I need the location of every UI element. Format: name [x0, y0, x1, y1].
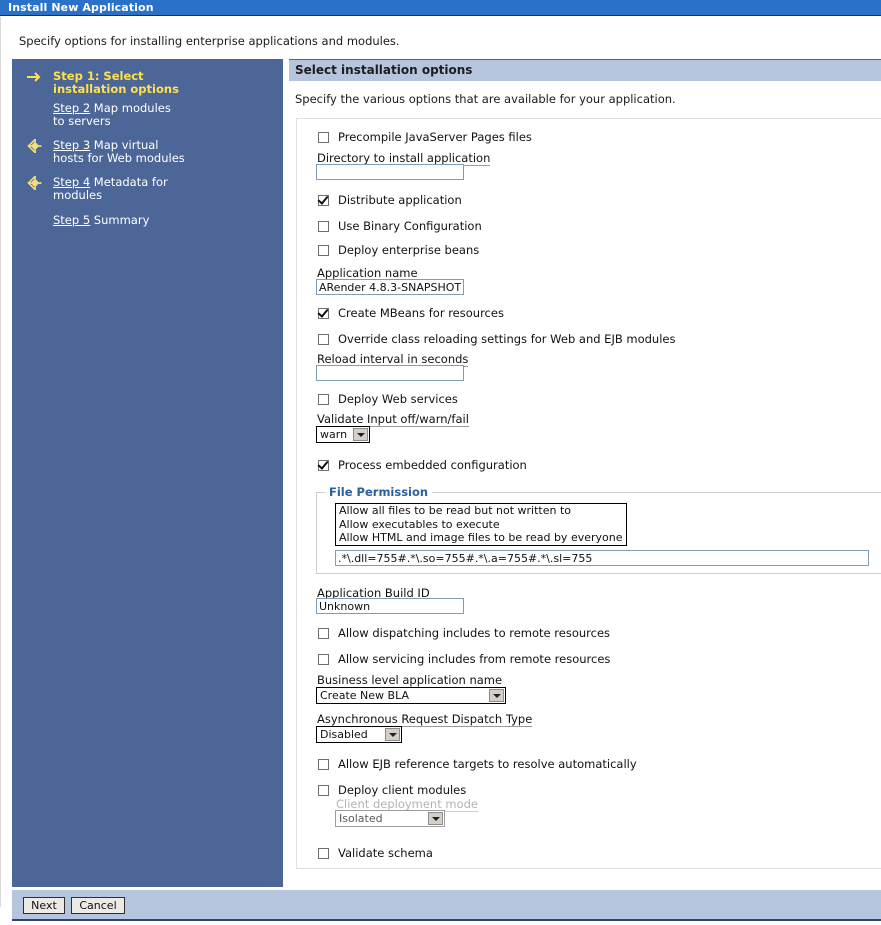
async-request-dispatch-type-value: Disabled [320, 728, 368, 741]
sidebar-step-5-link[interactable]: Step 5 [53, 213, 90, 227]
sidebar-step-4-line2: modules [53, 188, 103, 202]
sidebar-step-2-rest: Map modules [90, 101, 171, 115]
left-rail-divider [0, 17, 1, 907]
distribute-application-checkbox[interactable] [318, 195, 329, 206]
panel-subtitle: Specify the various options that are ava… [295, 92, 676, 106]
create-mbeans-label: Create MBeans for resources [338, 306, 504, 320]
sidebar-step-4-rest: Metadata for [90, 175, 168, 189]
override-class-reloading-checkbox[interactable] [318, 334, 329, 345]
business-level-application-name-value: Create New BLA [320, 689, 409, 702]
directory-to-install-input[interactable] [316, 164, 464, 180]
deploy-web-services-checkbox[interactable] [318, 394, 329, 405]
validate-schema-checkbox[interactable] [318, 848, 329, 859]
sidebar-step-1-rest: installation options [53, 82, 179, 96]
file-permission-legend: File Permission [325, 485, 433, 499]
sidebar-step-2-label: Step 2 Map modules to servers [53, 102, 273, 128]
allow-ejb-reference-targets-checkbox[interactable] [318, 759, 329, 770]
sidebar-step-1-prefix: Step 1: Select [53, 69, 144, 83]
sidebar-step-3-link[interactable]: Step 3 [53, 138, 90, 152]
application-build-id-input[interactable] [316, 598, 464, 614]
business-level-application-name-label: Business level application name [317, 673, 503, 688]
sidebar-step-2-link[interactable]: Step 2 [53, 101, 90, 115]
client-deployment-mode-select[interactable]: Isolated [335, 810, 445, 827]
process-embedded-configuration-checkbox[interactable] [318, 460, 329, 471]
deploy-client-modules-label: Deploy client modules [338, 783, 467, 797]
page-intro-text: Specify options for installing enterpris… [19, 34, 400, 48]
async-request-dispatch-type-label: Asynchronous Request Dispatch Type [317, 712, 533, 727]
allow-servicing-includes-checkbox[interactable] [318, 654, 329, 665]
deploy-enterprise-beans-checkbox[interactable] [318, 245, 329, 256]
deploy-enterprise-beans-label: Deploy enterprise beans [338, 243, 480, 257]
file-permission-listbox[interactable]: Allow all files to be read but not writt… [335, 503, 627, 546]
sidebar-step-2-line2: to servers [53, 114, 111, 128]
chevron-down-icon[interactable] [428, 812, 443, 825]
cancel-button[interactable]: Cancel [71, 897, 125, 914]
override-class-reloading-label: Override class reloading settings for We… [338, 332, 676, 346]
sidebar-step-3-line2: hosts for Web modules [53, 151, 185, 165]
client-deployment-mode-value: Isolated [339, 812, 383, 825]
sidebar-step-4-link[interactable]: Step 4 [53, 175, 90, 189]
next-button[interactable]: Next [23, 897, 65, 914]
reload-interval-input[interactable] [316, 365, 464, 381]
precompile-jsp-label: Precompile JavaServer Pages files [338, 130, 532, 144]
file-permission-input[interactable] [335, 550, 869, 566]
validate-input-label: Validate Input off/warn/fail [317, 412, 469, 427]
panel-header: Select installation options [289, 59, 881, 81]
async-request-dispatch-type-select[interactable]: Disabled [316, 726, 402, 743]
deploy-web-services-label: Deploy Web services [338, 392, 458, 406]
chevron-down-icon[interactable] [489, 689, 504, 702]
star-icon [26, 139, 44, 153]
precompile-jsp-checkbox[interactable] [318, 132, 329, 143]
chevron-down-icon[interactable] [353, 428, 368, 441]
validate-input-select[interactable]: warn [316, 426, 370, 443]
list-item[interactable]: Allow HTML and image files to be read by… [336, 531, 626, 545]
process-embedded-configuration-label: Process embedded configuration [338, 458, 527, 472]
install-new-application-window: Install New Application Specify options … [0, 0, 881, 925]
create-mbeans-checkbox[interactable] [318, 308, 329, 319]
list-item[interactable]: Allow all files to be read but not writt… [336, 504, 626, 518]
panel-title: Select installation options [295, 63, 473, 77]
allow-ejb-reference-targets-label: Allow EJB reference targets to resolve a… [338, 757, 637, 771]
application-name-input[interactable] [316, 279, 464, 295]
chevron-down-icon[interactable] [385, 728, 400, 741]
window-titlebar: Install New Application [0, 0, 881, 16]
allow-dispatching-includes-checkbox[interactable] [318, 628, 329, 639]
footer-bar: Next Cancel [12, 890, 881, 921]
sidebar-step-3-label: Step 3 Map virtual hosts for Web modules [53, 139, 273, 165]
star-icon [26, 176, 44, 190]
validate-input-selected-value: warn [320, 428, 348, 441]
allow-dispatching-includes-label: Allow dispatching includes to remote res… [338, 626, 611, 640]
deploy-client-modules-checkbox[interactable] [318, 785, 329, 796]
list-item[interactable]: Allow executables to execute [336, 518, 626, 532]
allow-servicing-includes-label: Allow servicing includes from remote res… [338, 652, 611, 666]
sidebar-step-5-rest: Summary [90, 213, 150, 227]
use-binary-configuration-checkbox[interactable] [318, 221, 329, 232]
business-level-application-name-select[interactable]: Create New BLA [316, 687, 506, 704]
sidebar-step-4-label: Step 4 Metadata for modules [53, 176, 273, 202]
sidebar-step-1-label: Step 1: Select installation options [53, 70, 273, 96]
window-title: Install New Application [8, 1, 154, 14]
arrow-right-icon [26, 70, 44, 84]
distribute-application-label: Distribute application [338, 193, 462, 207]
validate-schema-label: Validate schema [338, 846, 433, 860]
steps-sidebar: Step 1: Select installation options Step… [12, 59, 283, 887]
sidebar-step-5-label: Step 5 Summary [53, 214, 273, 227]
use-binary-configuration-label: Use Binary Configuration [338, 219, 482, 233]
sidebar-step-3-rest: Map virtual [90, 138, 159, 152]
